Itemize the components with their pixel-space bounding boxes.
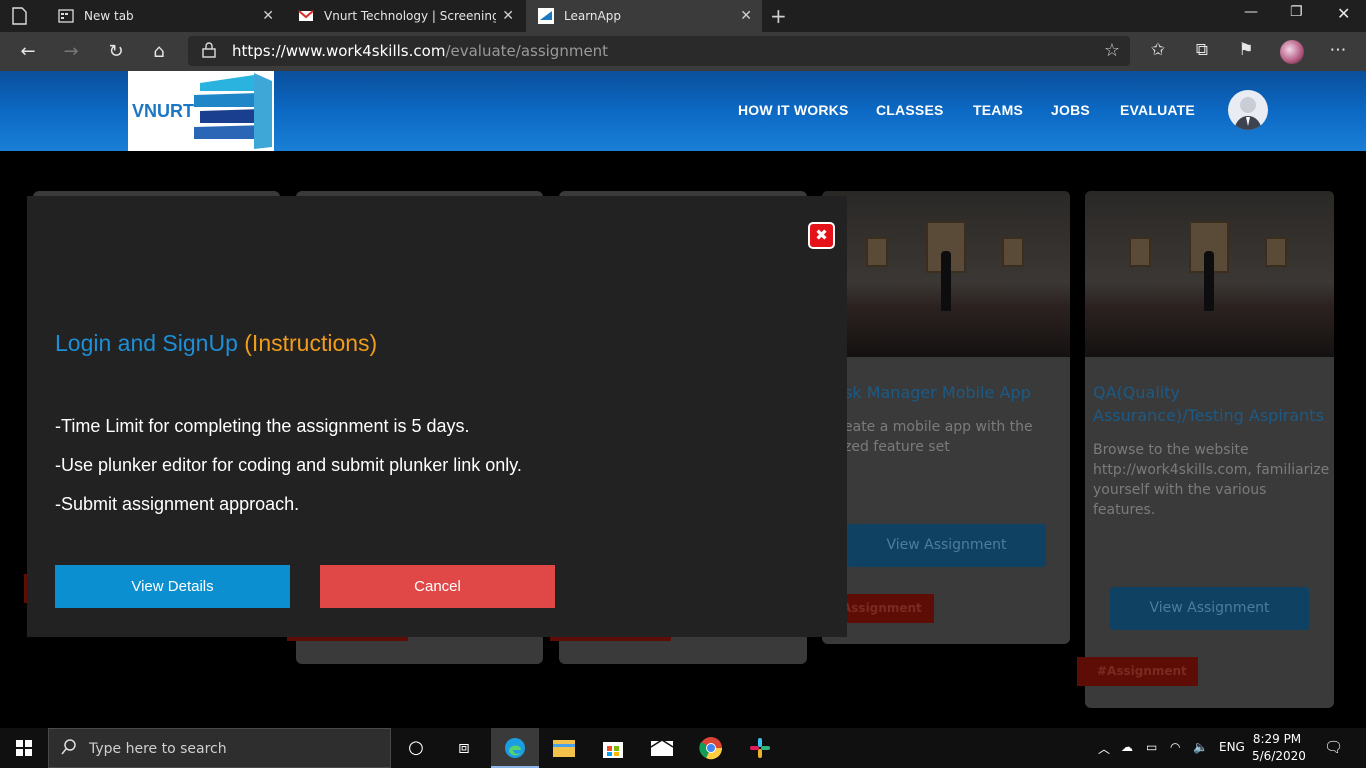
edge-browser-icon[interactable] [503,736,527,760]
card-title: QA(Quality Assurance)/Testing Aspirants [1093,383,1324,425]
chrome-icon[interactable] [699,736,723,760]
new-tab-plus-icon[interactable]: + [770,4,787,28]
card-description: eate a mobile app with the zed feature s… [844,419,1033,455]
assignment-card: sk Manager Mobile App eate a mobile app … [822,191,1070,644]
view-assignment-button[interactable]: View Assignment [1110,587,1309,630]
search-placeholder: Type here to search [89,741,227,757]
modal-title-accent: (Instructions) [244,330,378,356]
onedrive-cloud-icon[interactable]: ☁ [1121,740,1133,754]
nav-how-it-works[interactable]: HOW IT WORKS [738,102,849,118]
close-tab-icon[interactable]: ✕ [740,8,752,24]
nav-evaluate[interactable]: EVALUATE [1120,102,1195,118]
tab-new-tab[interactable]: New tab ✕ [46,0,284,32]
url-text: https://www.work4skills.com/evaluate/ass… [232,42,608,60]
site-logo[interactable]: VNURT [128,71,274,151]
feedback-icon[interactable]: ⚑ [1235,40,1257,60]
favorites-icon[interactable]: ✩ [1147,40,1169,60]
store-icon[interactable] [601,736,625,760]
site-header: VNURT HOW IT WORKS CLASSES TEAMS JOBS EV… [0,71,1366,151]
instruction-line: -Time Limit for completing the assignmen… [55,416,470,436]
card-title: sk Manager Mobile App [844,383,1031,402]
notifications-icon[interactable]: 🗨 [1324,738,1343,756]
browser-tab-bar: New tab ✕ Vnurt Technology | Screening P… [0,0,1366,32]
close-tab-icon[interactable]: ✕ [262,8,274,24]
forward-icon[interactable]: → [60,41,82,62]
mail-icon[interactable] [650,738,674,758]
address-bar-row: ← → ↻ ⌂ https://www.work4skills.com/eval… [0,32,1366,71]
assignment-tag: #Assignment [1077,657,1198,686]
close-tab-icon[interactable]: ✕ [502,8,514,24]
assignment-card: QA(Quality Assurance)/Testing Aspirants … [1085,191,1334,708]
nav-teams[interactable]: TEAMS [973,102,1023,118]
minimize-icon[interactable]: — [1244,4,1258,20]
url-host: https://www.work4skills.com [232,42,446,60]
gallery-image [822,191,1070,357]
close-icon[interactable]: ✖ [808,222,835,249]
show-hidden-icons-icon[interactable]: ︿ [1098,740,1110,757]
favorite-star-icon[interactable]: ☆ [1104,40,1120,61]
cortana-icon[interactable]: ○ [404,736,428,760]
gallery-image [1085,191,1334,357]
tab-actions-icon[interactable] [10,6,30,26]
nav-jobs[interactable]: JOBS [1051,102,1090,118]
url-path: /evaluate/assignment [445,42,609,60]
battery-icon[interactable]: ▭ [1146,740,1157,754]
language-indicator[interactable]: ENG [1219,740,1245,754]
file-explorer-icon[interactable] [552,737,576,759]
tab-learnapp[interactable]: LearnApp ✕ [526,0,762,32]
windows-taskbar: Type here to search ○ ⧈ ︿ ☁ ▭ ◠ 🔈 ENG 8:… [0,728,1366,768]
cancel-button[interactable]: Cancel [320,565,555,608]
slack-icon[interactable] [748,736,772,760]
search-icon [61,739,76,755]
logo-text: VNURT [132,101,194,121]
modal-title-main: Login and SignUp [55,330,238,356]
url-input[interactable]: https://www.work4skills.com/evaluate/ass… [188,36,1130,66]
tab-title: New tab [84,9,134,23]
clock-date: 5/6/2020 [1252,749,1306,763]
tab-title: LearnApp [564,9,621,23]
view-details-button[interactable]: View Details [55,565,290,608]
instruction-line: -Submit assignment approach. [55,494,300,514]
home-icon[interactable]: ⌂ [148,41,170,62]
instruction-line: -Use plunker editor for coding and submi… [55,455,522,475]
modal-title: Login and SignUp (Instructions) [55,330,377,357]
taskbar-search-input[interactable]: Type here to search [48,728,391,768]
user-silhouette-icon [1234,97,1262,130]
instructions-modal: ✖ Login and SignUp (Instructions) -Time … [27,196,847,637]
more-menu-icon[interactable]: ⋯ [1327,40,1349,60]
lock-icon[interactable] [202,42,216,58]
tab-vnurt[interactable]: Vnurt Technology | Screening Pro ✕ [286,0,524,32]
tab-title: Vnurt Technology | Screening Pro [324,9,496,23]
learnapp-icon [538,8,554,24]
gmail-icon [298,10,314,21]
clock[interactable]: 8:29 PM 5/6/2020 [1252,731,1306,765]
clock-time: 8:29 PM [1252,732,1302,746]
refresh-icon[interactable]: ↻ [105,41,127,62]
collections-icon[interactable]: ⧉ [1191,40,1213,60]
close-window-icon[interactable]: ✕ [1337,4,1350,23]
card-description: Browse to the website http://work4skills… [1093,442,1330,518]
logo-arrows-icon [194,73,272,149]
back-icon[interactable]: ← [17,41,39,62]
user-avatar[interactable] [1228,90,1268,130]
restore-icon[interactable]: ❐ [1290,4,1303,20]
windows-start-icon[interactable] [16,740,32,756]
profile-avatar-icon[interactable] [1280,40,1304,64]
nav-classes[interactable]: CLASSES [876,102,944,118]
wifi-icon[interactable]: ◠ [1170,740,1180,754]
task-view-icon[interactable]: ⧈ [452,736,476,760]
view-assignment-button[interactable]: View Assignment [847,524,1046,567]
new-tab-icon [58,9,74,23]
volume-icon[interactable]: 🔈 [1193,740,1208,754]
